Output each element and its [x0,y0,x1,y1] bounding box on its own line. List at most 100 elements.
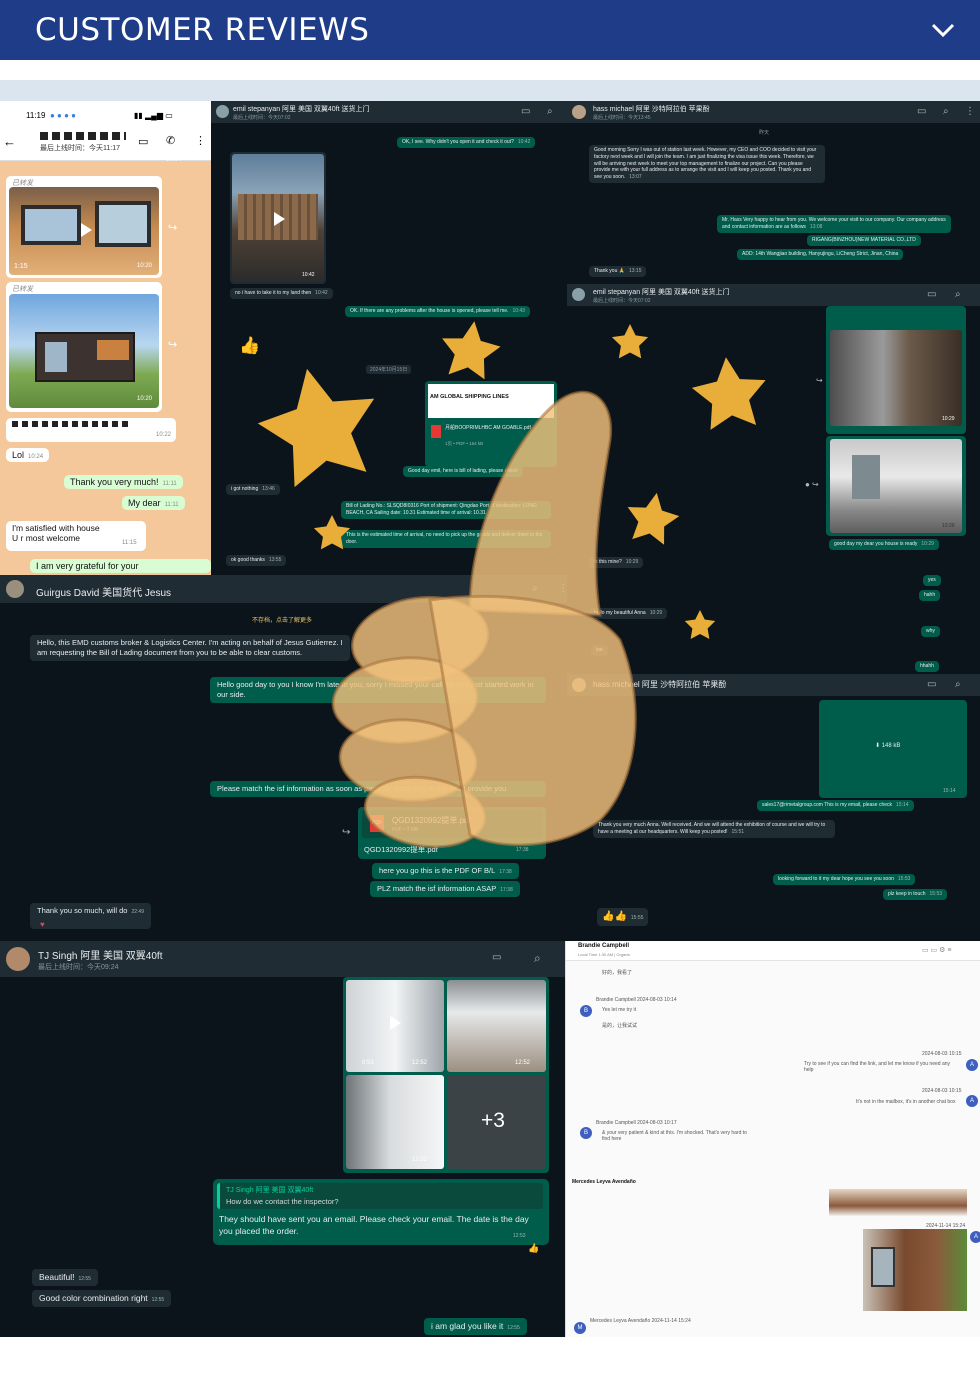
search-icon[interactable]: ⌕ [955,289,961,300]
message-text: Thank you 🙏 [594,268,625,274]
outgoing-image-message[interactable]: 10:29 [826,306,966,434]
outgoing-message: why [921,626,940,637]
video-call-icon[interactable]: ▭ [138,135,148,148]
forward-icon[interactable]: ● ↪ [805,480,819,489]
message-text: Thank you so much, will do [37,906,128,915]
incoming-message: 👍👍 15:55 [597,908,649,926]
outgoing-message: Mr. Hass Very happy to hear from you. We… [717,215,951,233]
video-call-icon[interactable]: ▭ [917,106,926,117]
more-icon[interactable]: ⋮ [558,583,567,594]
search-icon[interactable]: ⌕ [534,951,541,966]
message-time: 11:11 [162,481,177,487]
interior-video-thumbnail[interactable]: 0:53 12:52 [346,980,444,1072]
avatar [216,105,229,118]
play-icon[interactable] [81,223,92,237]
local-time: Local Time 1:30 AM | Organic [578,952,631,957]
message-time: 10:43 [512,308,525,314]
message-text: This is the estimated time of arrival, n… [346,532,543,545]
outgoing-document-message[interactable]: PDF QGD1320992提单.pdf PDF • 3 MB QGD13209… [358,807,546,859]
thumbs-up-emoji: 👍 [239,336,261,355]
house-interior-photo[interactable]: 10:29 [830,330,962,426]
outgoing-file-message[interactable]: ⬇ 148 kB 15:14 [819,700,967,798]
play-icon[interactable] [274,212,285,226]
outgoing-message: i am glad you like it 12:55 [424,1318,527,1336]
search-icon[interactable]: ⌕ [532,583,538,594]
video-call-icon[interactable]: ▭ [927,289,936,300]
message-time: 22:49 [131,909,144,915]
forward-icon[interactable]: ↪ [168,338,177,351]
play-icon[interactable] [390,1016,401,1030]
outgoing-message: plz keep in touch 15:53 [883,889,948,900]
message-time: 10:29 [942,523,955,529]
window-frame [95,201,151,247]
forwarded-label: 已转发 [12,286,33,293]
interior-photo[interactable]: 12:52 [447,980,546,1072]
forwarded-image-message[interactable]: 已转发 10:20 [6,282,162,412]
house-photo-attachment[interactable] [829,1189,967,1217]
house-video-thumbnail[interactable]: 1:15 10:20 [9,187,159,275]
chat-header: hass michael 阿里 沙特阿拉伯 苹果酚 ▭ ⌕ [567,674,980,696]
more-icon[interactable]: ⋮ [965,106,975,117]
avatar [6,947,30,971]
outgoing-message: yes [923,575,941,586]
phone-chat-screenshot: 11:19 ● ● ● ● ▮▮ ▂▄▆ ▭ ← 最后上线时间：今天11:17 … [0,101,211,575]
message-text: why [926,628,935,634]
message-text: Hello, this EMD customs broker & Logisti… [37,638,343,658]
encryption-notice[interactable]: 不存档，点击了解更多 [252,615,312,624]
house-photo-attachment[interactable] [863,1229,967,1311]
house-interior-photo[interactable]: 10:29 [830,439,962,533]
forward-icon[interactable]: ↪ [168,221,177,234]
email-text: 是的，让我试试 [602,1023,638,1029]
search-icon[interactable]: ⌕ [547,106,553,117]
window [97,340,129,360]
message-time: 11:15 [122,540,137,546]
forwarded-video-message[interactable]: 已转发 1:15 10:20 [6,176,162,278]
forward-icon[interactable]: ↪ [816,376,823,385]
document-card[interactable]: PDF QGD1320992提单.pdf PDF • 3 MB [362,810,542,838]
outgoing-document-message[interactable]: AM GLOBAL SHIPPING LINES 月船BOOPRIMLHBC A… [425,381,557,467]
document-name: QGD1320992提单.pdf [392,816,471,825]
chat-header: emil stepanyan 阿里 美国 双翼40ft 送货上门 最后上线时间：… [211,101,567,123]
search-icon[interactable]: ⌕ [943,106,949,117]
chevron-down-icon[interactable] [930,20,956,40]
incoming-video-message[interactable]: 10:42 [230,152,326,284]
download-icon[interactable]: ⬇ 148 kB [875,742,900,749]
video-call-icon[interactable]: ▭ [521,106,530,117]
forward-icon[interactable]: ↪ [342,827,350,838]
interior-photo[interactable]: 12:52 [346,1075,444,1169]
message-time: 10:42 [302,272,315,278]
back-arrow-icon[interactable]: ← [3,134,16,149]
incoming-message: i got nothing 13:46 [226,484,280,495]
message-text: Hello good day to you I know I'm late to… [217,680,534,700]
avatar: A [970,1231,980,1243]
incoming-message: Hello, this EMD customs broker & Logisti… [30,635,350,662]
search-icon[interactable]: ⌕ [955,679,961,690]
outgoing-image-message[interactable]: 10:29 [826,436,966,536]
more-icon[interactable]: ⋮ [195,134,206,147]
status-time: 11:19 [26,111,46,120]
quoted-message[interactable]: TJ Singh 阿里 美国 双翼40ft How do we contact … [217,1183,543,1209]
outgoing-media-album[interactable]: 0:53 12:52 12:52 12:52 +3 [343,977,549,1173]
more-media-tile[interactable]: +3 [447,1075,546,1169]
chat-header: Guirgus David 美国货代 Jesus ⌕ ⋮ [0,575,567,603]
video-call-icon[interactable]: ▭ [492,952,501,963]
video-call-icon[interactable]: ▭ [927,679,936,690]
document-title: AM GLOBAL SHIPPING LINES [430,394,509,400]
message-text: hhahh [920,663,934,669]
document-preview: AM GLOBAL SHIPPING LINES [428,384,554,418]
message-time: 10:20 [137,263,153,269]
truck-container-thumbnail[interactable]: 10:42 [232,154,324,282]
container-house-photo[interactable]: 10:20 [9,294,159,408]
video-duration: 0:53 [362,1060,374,1066]
toolbar-icons[interactable]: ▭ ▭ ⚙ ≡ [922,946,951,954]
pdf-icon [431,425,441,438]
avatar: B [580,1127,592,1139]
phone-call-icon[interactable]: ✆ [166,134,175,147]
message-time: 10:29 [942,416,955,422]
message-text: Thank you very much Anna. Well received.… [598,822,826,835]
last-seen: 最后上线时间：今天09:24 [38,964,119,971]
message-time: 10:24 [28,454,44,460]
window [45,342,67,372]
message-text: Good color combination right [39,1293,148,1303]
outgoing-message: hhahh [915,661,939,672]
